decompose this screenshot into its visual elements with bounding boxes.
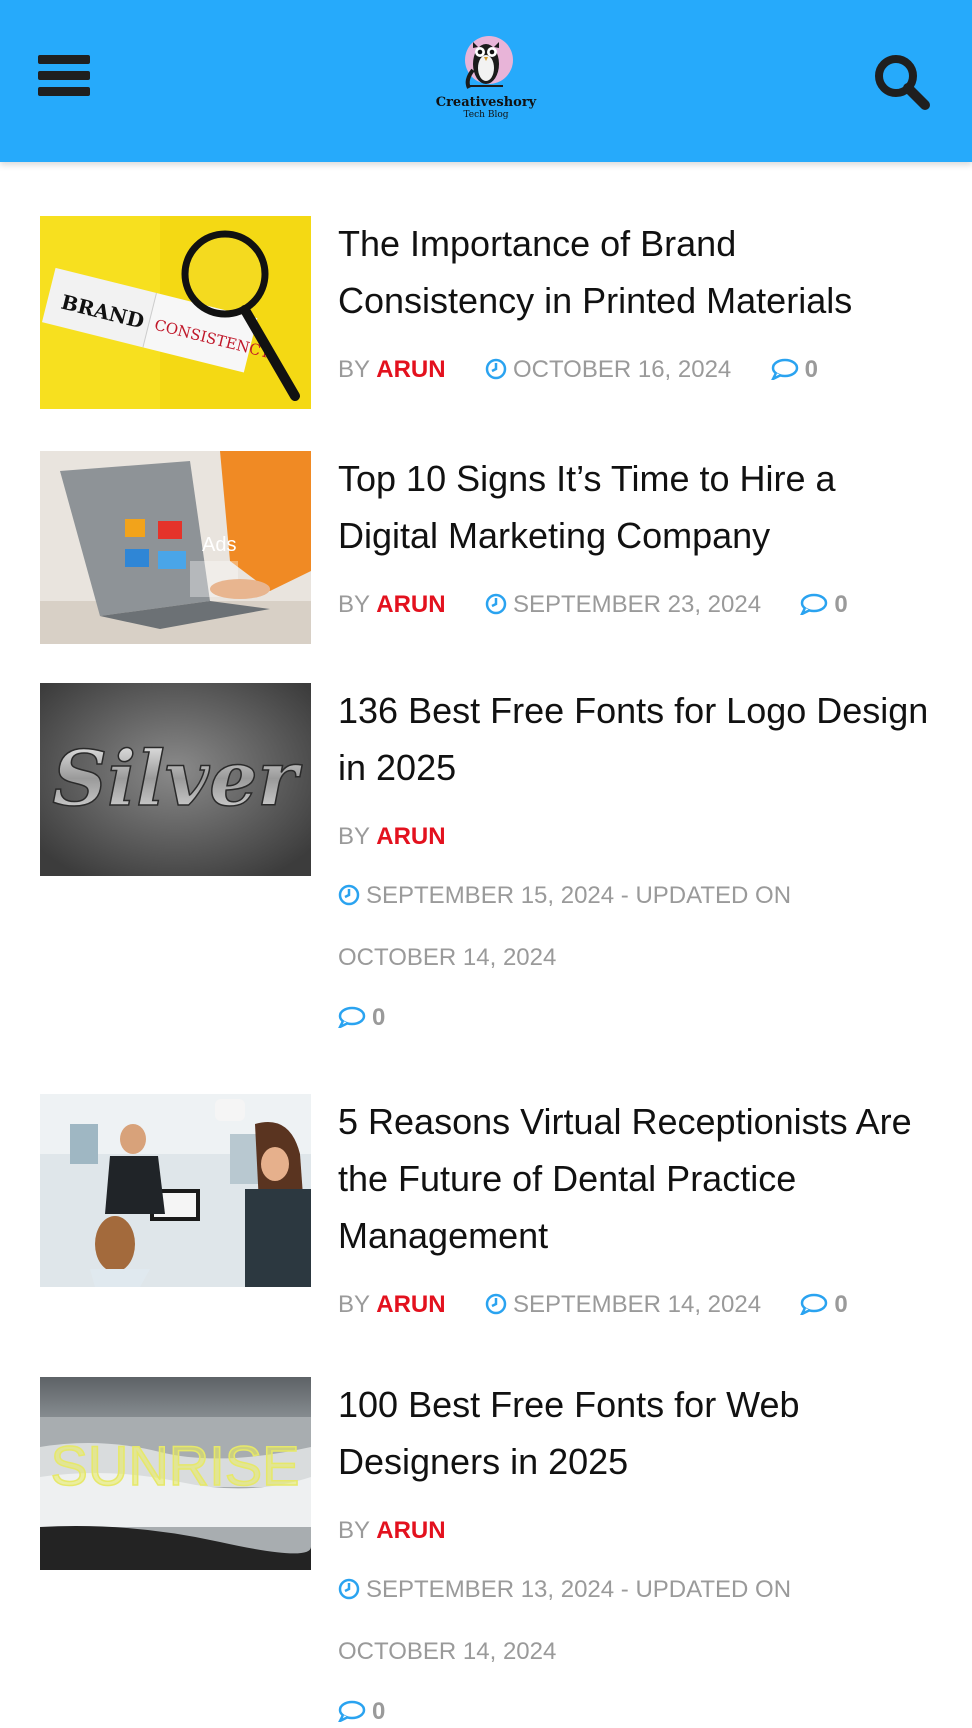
clock-icon — [338, 1578, 360, 1600]
article-date-line: SEPTEMBER 13, 2024 - UPDATED ON — [338, 1576, 938, 1604]
article-date-line: SEPTEMBER 15, 2024 - UPDATED ON — [338, 882, 938, 910]
image-text: Ads — [202, 534, 236, 556]
updated-label: - UPDATED ON — [620, 1576, 792, 1603]
author-link[interactable]: ARUN — [376, 356, 445, 383]
article-meta: BY ARUN — [338, 1517, 938, 1545]
comment-count[interactable]: 0 — [372, 1004, 385, 1031]
byline-label: BY — [338, 356, 370, 383]
author-link[interactable]: ARUN — [376, 591, 445, 618]
article-meta: BY ARUN SEPTEMBER 14, 2024 0 — [338, 1291, 938, 1319]
comment-count[interactable]: 0 — [834, 1291, 847, 1318]
clock-icon — [485, 593, 507, 615]
byline-label: BY — [338, 1517, 370, 1544]
article-thumbnail[interactable]: SUNRISE — [40, 1377, 311, 1570]
article-meta: BY ARUN OCTOBER 16, 2024 0 — [338, 356, 938, 384]
author-link[interactable]: ARUN — [376, 1517, 445, 1544]
byline-label: BY — [338, 1291, 370, 1318]
article-thumbnail[interactable]: Silver — [40, 683, 311, 876]
owl-logo-icon — [465, 36, 513, 89]
updated-date: OCTOBER 14, 2024 — [338, 1638, 557, 1665]
image-text: Silver — [52, 734, 302, 823]
clock-icon — [485, 1293, 507, 1315]
article-title[interactable]: 5 Reasons Virtual Receptionists Are the … — [338, 1093, 938, 1264]
article-comments-line: 0 — [338, 1004, 938, 1032]
site-logo[interactable]: Creativeshory Tech Blog — [426, 30, 546, 130]
search-icon — [875, 55, 930, 110]
article-thumbnail[interactable] — [40, 1094, 311, 1287]
clock-icon — [485, 358, 507, 380]
logo-tagline: Tech Blog — [463, 110, 509, 120]
article-meta: BY ARUN SEPTEMBER 23, 2024 0 — [338, 591, 938, 619]
comment-icon — [338, 1700, 366, 1722]
byline-label: BY — [338, 591, 370, 618]
menu-button[interactable] — [38, 55, 94, 103]
search-button[interactable] — [872, 52, 934, 114]
comment-icon — [770, 358, 798, 380]
hamburger-icon — [38, 55, 94, 96]
article-thumbnail[interactable]: Ads — [40, 451, 311, 644]
author-link[interactable]: ARUN — [376, 823, 445, 850]
image-text: SUNRISE — [51, 1434, 300, 1497]
site-header: Creativeshory Tech Blog — [0, 0, 972, 162]
article-meta: BY ARUN — [338, 823, 938, 851]
comment-count[interactable]: 0 — [805, 356, 818, 383]
publish-date: SEPTEMBER 15, 2024 — [366, 882, 615, 909]
comment-icon — [338, 1006, 366, 1028]
clock-icon — [338, 884, 360, 906]
author-link[interactable]: ARUN — [376, 1291, 445, 1318]
publish-date: SEPTEMBER 13, 2024 — [366, 1576, 615, 1603]
logo-name: Creativeshory — [435, 95, 537, 110]
publish-date: SEPTEMBER 14, 2024 — [512, 1291, 762, 1318]
article-title[interactable]: 100 Best Free Fonts for Web Designers in… — [338, 1376, 938, 1490]
article-title[interactable]: The Importance of Brand Consistency in P… — [338, 215, 938, 329]
updated-label: - UPDATED ON — [620, 882, 792, 909]
publish-date: SEPTEMBER 23, 2024 — [512, 591, 762, 618]
publish-date: OCTOBER 16, 2024 — [512, 356, 732, 383]
article-title[interactable]: Top 10 Signs It’s Time to Hire a Digital… — [338, 450, 938, 564]
article-title[interactable]: 136 Best Free Fonts for Logo Design in 2… — [338, 682, 938, 796]
comment-icon — [800, 1293, 828, 1315]
byline-label: BY — [338, 823, 370, 850]
updated-date: OCTOBER 14, 2024 — [338, 944, 557, 971]
article-thumbnail[interactable]: BRAND CONSISTENCY — [40, 216, 311, 409]
comment-count[interactable]: 0 — [372, 1698, 385, 1725]
comment-icon — [800, 593, 828, 615]
article-comments-line: 0 — [338, 1698, 938, 1726]
comment-count[interactable]: 0 — [834, 591, 847, 618]
